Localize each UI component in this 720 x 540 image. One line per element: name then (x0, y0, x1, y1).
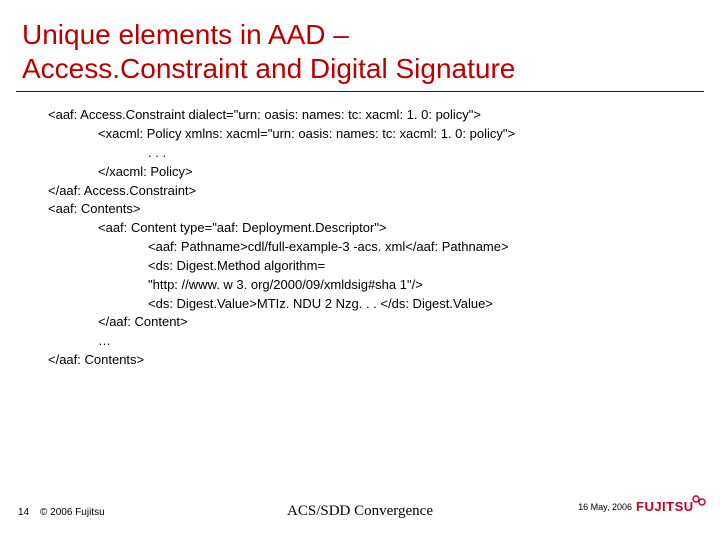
slide: Unique elements in AAD – Access.Constrai… (0, 0, 720, 540)
code-line: <aaf: Pathname>cdl/full-example-3 -acs. … (148, 238, 690, 257)
title-line-1: Unique elements in AAD – (22, 19, 349, 50)
footer-date: 16 May, 2006 (578, 502, 632, 512)
fujitsu-logo: FUJITSU (636, 493, 706, 522)
code-line: </aaf: Content> (98, 313, 690, 332)
code-block: <aaf: Access.Constraint dialect="urn: oa… (0, 92, 720, 370)
code-line: . . . (148, 144, 690, 163)
code-line: </aaf: Access.Constraint> (48, 182, 690, 201)
code-line: <ds: Digest.Method algorithm= (148, 257, 690, 276)
title-line-2: Access.Constraint and Digital Signature (22, 53, 515, 84)
code-line: <aaf: Content type="aaf: Deployment.Desc… (98, 219, 690, 238)
code-line: <xacml: Policy xmlns: xacml="urn: oasis:… (98, 125, 690, 144)
code-line: <aaf: Contents> (48, 200, 690, 219)
footer-title: ACS/SDD Convergence (287, 503, 433, 520)
code-line: "http: //www. w 3. org/2000/09/xmldsig#s… (148, 276, 690, 295)
code-line: … (98, 332, 690, 351)
code-line: <ds: Digest.Value>MTIz. NDU 2 Nzg. . . <… (148, 295, 690, 314)
footer: 14 © 2006 Fujitsu ACS/SDD Convergence 16… (0, 490, 720, 530)
slide-title: Unique elements in AAD – Access.Constrai… (0, 0, 720, 91)
code-line: </aaf: Contents> (48, 351, 690, 370)
code-line: <aaf: Access.Constraint dialect="urn: oa… (48, 106, 690, 125)
svg-text:FUJITSU: FUJITSU (636, 499, 694, 514)
page-number: 14 (18, 507, 29, 518)
code-line: </xacml: Policy> (98, 163, 690, 182)
copyright: © 2006 Fujitsu (40, 507, 105, 518)
